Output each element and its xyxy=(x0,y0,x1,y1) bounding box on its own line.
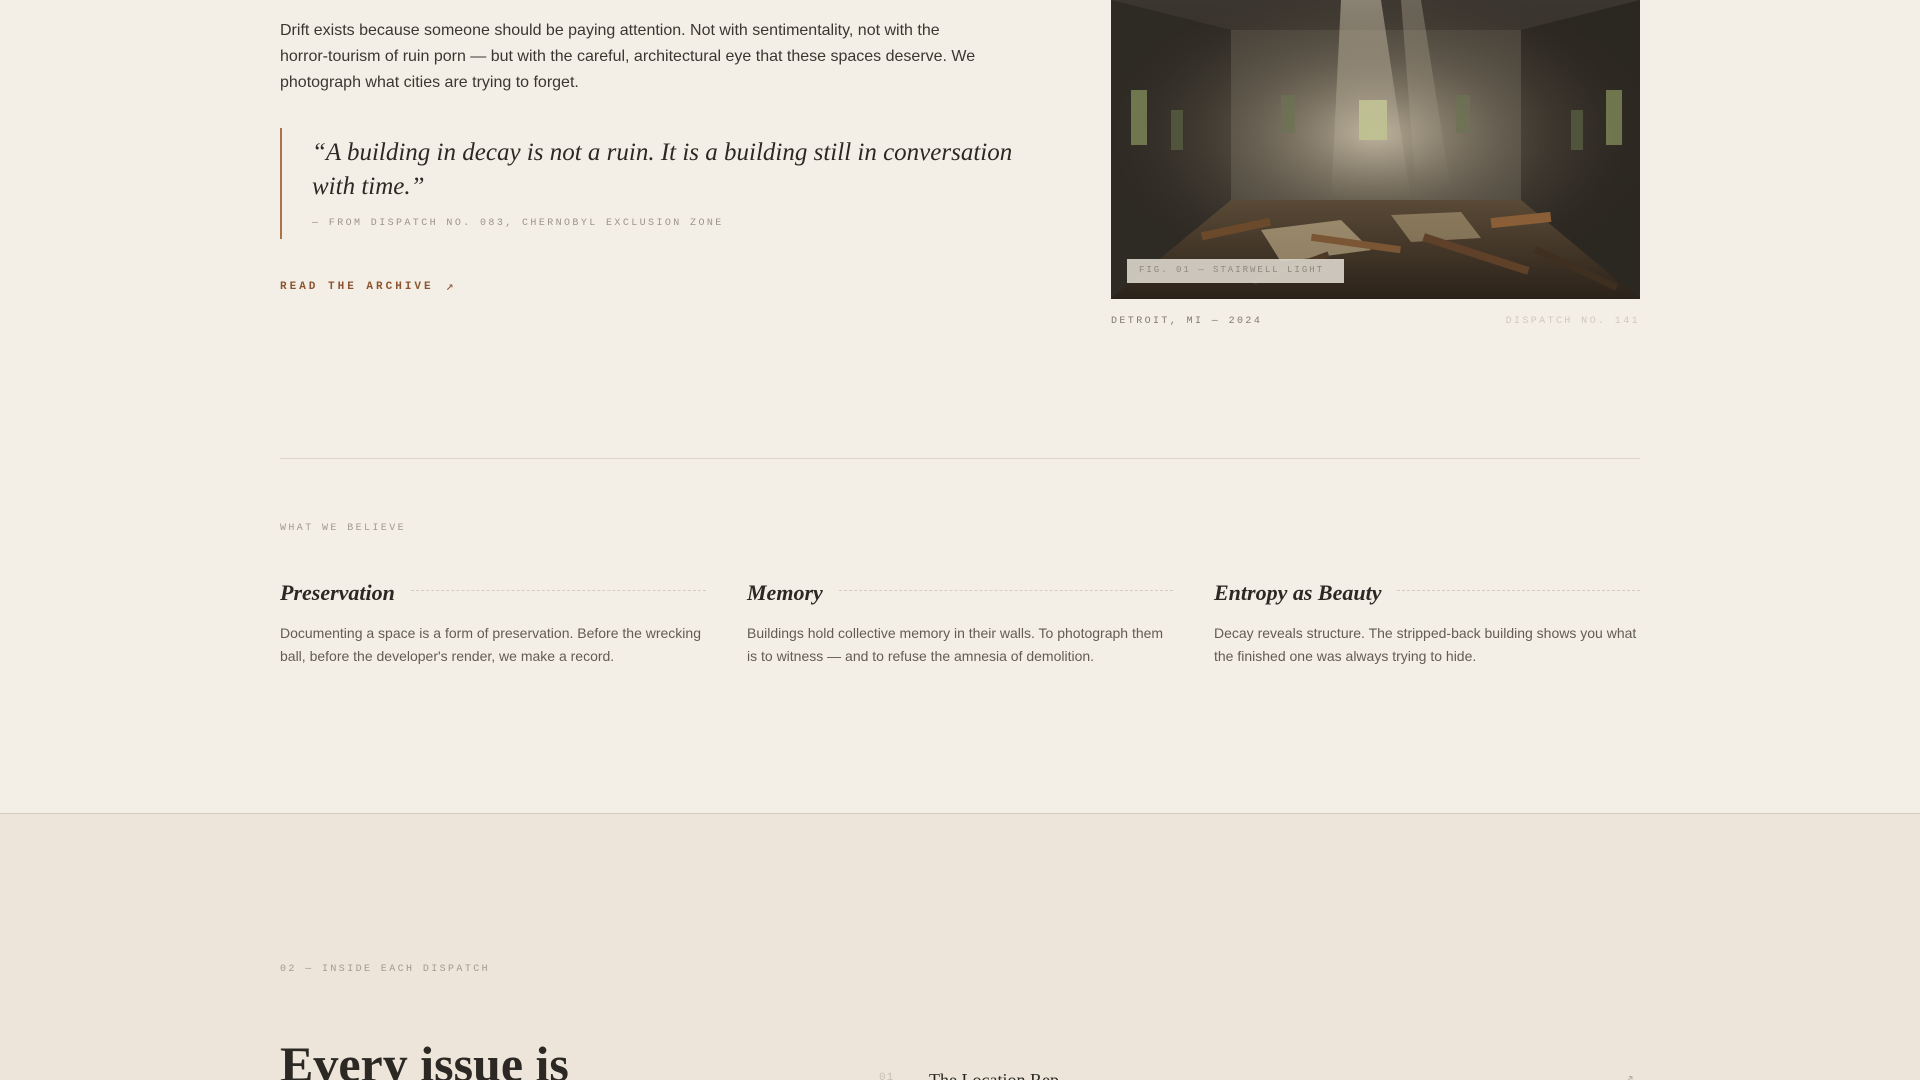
belief-preservation: Preservation Documenting a space is a fo… xyxy=(280,580,706,668)
belief-title: Preservation xyxy=(280,580,395,605)
belief-memory: Memory Buildings hold collective memory … xyxy=(747,580,1173,668)
belief-text: Documenting a space is a form of preserv… xyxy=(280,625,701,664)
arrow-up-right-icon[interactable]: ↗ xyxy=(1624,1072,1634,1080)
photo-dispatch-number: DISPATCH NO. 141 xyxy=(1505,316,1640,327)
arrow-up-right-icon: ↗ xyxy=(445,279,457,294)
belief-title: Memory xyxy=(747,580,823,605)
section-divider xyxy=(280,458,1640,459)
read-archive-link[interactable]: READ THE ARCHIVE ↗ xyxy=(280,279,456,294)
quote-source: — FROM DISPATCH NO. 083, CHERNOBYL EXCLU… xyxy=(312,218,724,229)
belief-divider xyxy=(1397,589,1640,591)
contents-item-number: 01 xyxy=(879,1072,895,1080)
inside-dispatch-heading: Every issue is xyxy=(280,1036,569,1080)
intro-paragraph: Drift exists because someone should be p… xyxy=(280,22,976,91)
belief-divider xyxy=(410,589,706,591)
belief-title: Entropy as Beauty xyxy=(1214,580,1382,605)
hero-photo: FIG. 01 — STAIRWELL LIGHT xyxy=(1111,0,1640,299)
belief-text: Decay reveals structure. The stripped-ba… xyxy=(1214,625,1637,664)
abandoned-hall-image xyxy=(1111,0,1640,299)
belief-text: Buildings hold collective memory in thei… xyxy=(747,625,1164,664)
pull-quote: “A building in decay is not a ruin. It i… xyxy=(280,128,1060,239)
photo-location: DETROIT, MI — 2024 xyxy=(1111,316,1263,327)
quote-text: “A building in decay is not a ruin. It i… xyxy=(312,139,1013,200)
belief-entropy-as-beauty: Entropy as Beauty Decay reveals structur… xyxy=(1214,580,1640,668)
contents-item-title[interactable]: The Location Rep xyxy=(929,1070,1059,1080)
inside-dispatch-label: 02 — INSIDE EACH DISPATCH xyxy=(280,964,491,975)
read-archive-label: READ THE ARCHIVE xyxy=(280,280,434,293)
beliefs-section-label: WHAT WE BELIEVE xyxy=(280,523,407,534)
belief-divider xyxy=(838,589,1173,591)
figure-label: FIG. 01 — STAIRWELL LIGHT xyxy=(1127,259,1344,283)
